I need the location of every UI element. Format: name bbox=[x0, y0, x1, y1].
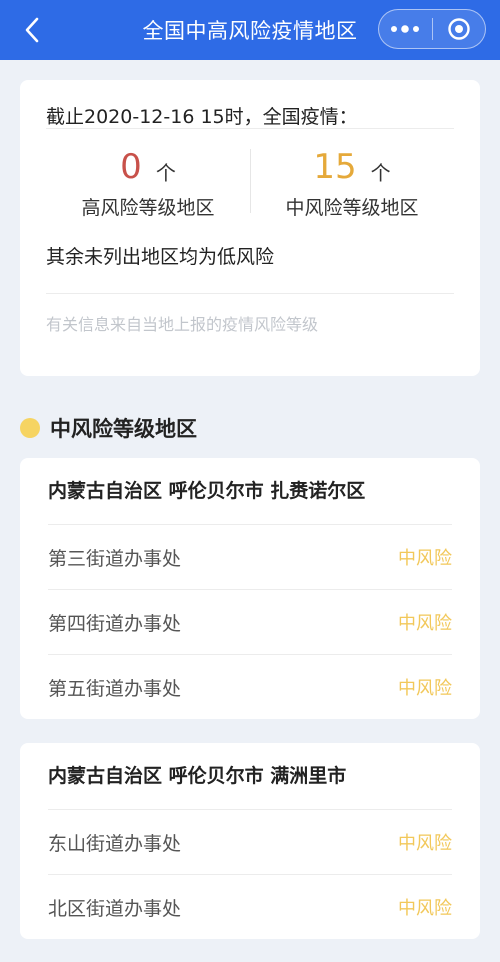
risk-level: 中风险 bbox=[398, 613, 452, 634]
section-header: 中风险等级地区 bbox=[20, 412, 500, 444]
list-item: 第四街道办事处 中风险 bbox=[48, 589, 452, 654]
risk-stats: 0 个 高风险等级地区 15 个 中风险等级地区 bbox=[46, 147, 454, 239]
list-item: 北区街道办事处 中风险 bbox=[48, 874, 452, 939]
region-title: 内蒙古自治区 呼伦贝尔市 满洲里市 bbox=[48, 765, 347, 787]
medium-risk-stat: 15 个 中风险等级地区 bbox=[250, 147, 454, 239]
list-item: 第三街道办事处 中风险 bbox=[48, 524, 452, 589]
section-title: 中风险等级地区 bbox=[50, 417, 197, 441]
high-risk-stat: 0 个 高风险等级地区 bbox=[46, 147, 250, 239]
stats-divider bbox=[250, 149, 251, 213]
risk-level: 中风险 bbox=[398, 833, 452, 854]
region-card: 内蒙古自治区 呼伦贝尔市 满洲里市 东山街道办事处 中风险 北区街道办事处 中风… bbox=[20, 743, 480, 939]
medium-risk-label: 中风险等级地区 bbox=[285, 197, 419, 219]
subdistrict-name: 东山街道办事处 bbox=[48, 832, 182, 855]
page-title: 全国中高风险疫情地区 bbox=[142, 19, 358, 43]
chevron-left-icon bbox=[25, 17, 39, 43]
high-risk-count: 0 bbox=[120, 147, 142, 187]
more-dots-icon bbox=[391, 25, 420, 33]
low-risk-note: 其余未列出地区均为低风险 bbox=[46, 246, 275, 268]
close-button[interactable] bbox=[433, 10, 486, 48]
risk-level: 中风险 bbox=[398, 678, 452, 699]
high-risk-label: 高风险等级地区 bbox=[81, 197, 215, 219]
list-item: 东山街道办事处 中风险 bbox=[48, 809, 452, 874]
back-button[interactable] bbox=[14, 12, 50, 48]
mini-program-capsule bbox=[378, 9, 486, 49]
more-button[interactable] bbox=[379, 10, 432, 48]
subdistrict-name: 第四街道办事处 bbox=[48, 612, 182, 635]
medium-risk-unit: 个 bbox=[370, 161, 391, 185]
target-circle-icon bbox=[448, 18, 470, 40]
subdistrict-name: 第三街道办事处 bbox=[48, 547, 182, 570]
source-note: 有关信息来自当地上报的疫情风险等级 bbox=[46, 315, 319, 334]
yellow-dot-icon bbox=[20, 418, 40, 438]
subdistrict-name: 第五街道办事处 bbox=[48, 677, 182, 700]
subdistrict-name: 北区街道办事处 bbox=[48, 897, 182, 920]
risk-level: 中风险 bbox=[398, 548, 452, 569]
risk-level: 中风险 bbox=[398, 898, 452, 919]
summary-card: 截止2020-12-16 15时，全国疫情： 0 个 高风险等级地区 15 个 … bbox=[20, 80, 480, 376]
nav-bar: 全国中高风险疫情地区 bbox=[0, 0, 500, 60]
region-card: 内蒙古自治区 呼伦贝尔市 扎赉诺尔区 第三街道办事处 中风险 第四街道办事处 中… bbox=[20, 458, 480, 719]
list-item: 第五街道办事处 中风险 bbox=[48, 654, 452, 719]
medium-risk-count: 15 bbox=[313, 147, 357, 187]
high-risk-unit: 个 bbox=[155, 161, 176, 185]
region-title: 内蒙古自治区 呼伦贝尔市 扎赉诺尔区 bbox=[48, 480, 366, 502]
summary-headline: 截止2020-12-16 15时，全国疫情： bbox=[46, 106, 358, 128]
